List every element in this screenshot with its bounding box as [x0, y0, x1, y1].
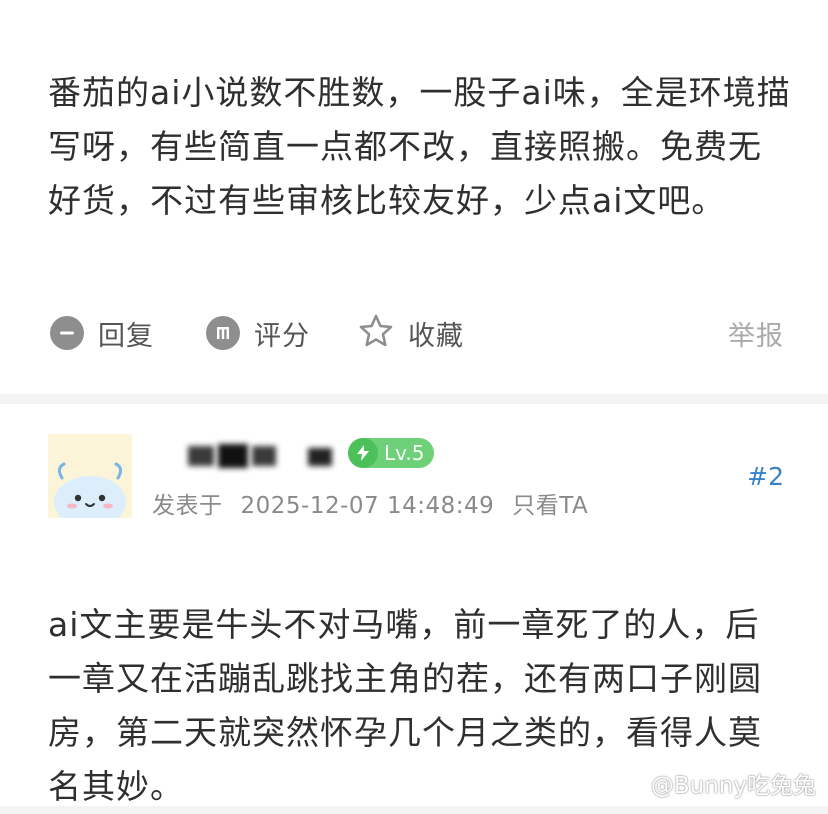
report-label: 举报: [728, 320, 784, 352]
watermark: @Bunny吃兔兔: [615, 766, 816, 800]
watermark-text: @Bunny吃兔兔: [650, 773, 816, 799]
reply-label: 回复: [98, 320, 154, 352]
rate-label: 评分: [254, 320, 310, 352]
post-meta: 发表于 2025-12-07 14:48:49 只看TA: [152, 486, 606, 520]
level-label: Lv.5: [384, 441, 425, 465]
posted-time: 2025-12-07 14:48:49: [240, 493, 495, 519]
lightning-bolt-icon: [348, 438, 378, 468]
only-view-link[interactable]: 只看TA: [512, 493, 588, 519]
favorite-label: 收藏: [408, 320, 464, 352]
post-card-1: 番茄的ai小说数不胜数，一股子ai味，全是环境描 写呀，有些简直一点都不改，直接…: [0, 0, 828, 394]
post-line: 写呀，有些简直一点都不改，直接照搬。免费无: [48, 127, 762, 166]
favorite-button[interactable]: 收藏: [358, 308, 464, 358]
report-button[interactable]: 举报: [728, 308, 784, 358]
coin-icon: [206, 316, 240, 350]
avatar[interactable]: [48, 434, 132, 518]
post-body: 番茄的ai小说数不胜数，一股子ai味，全是环境描 写呀，有些简直一点都不改，直接…: [48, 66, 791, 228]
weibo-logo-icon: [615, 768, 645, 798]
reply-button[interactable]: 回复: [50, 308, 154, 358]
post-line: 番茄的ai小说数不胜数，一股子ai味，全是环境描: [48, 73, 791, 112]
action-bar: 回复 评分 收藏 举报: [0, 308, 828, 358]
speech-bubble-icon: [50, 316, 84, 350]
floor-number[interactable]: #2: [747, 462, 784, 491]
rate-button[interactable]: 评分: [206, 308, 310, 358]
post-line: ai文主要是牛头不对马嘴，前一章死了的人，后: [48, 605, 760, 644]
star-outline-icon: [358, 313, 394, 353]
post-line: 好货，不过有些审核比较友好，少点ai文吧。: [48, 181, 726, 220]
level-badge: Lv.5: [348, 438, 434, 468]
posted-prefix: 发表于: [152, 493, 223, 519]
post-card-2: Lv.5 发表于 2025-12-07 14:48:49 只看TA #2 ai文主要…: [0, 404, 828, 806]
post-line: 房，第二天就突然怀孕几个月之类的，看得人莫: [48, 713, 762, 752]
post-line: 一章又在活蹦乱跳找主角的茬，还有两口子刚圆: [48, 659, 762, 698]
